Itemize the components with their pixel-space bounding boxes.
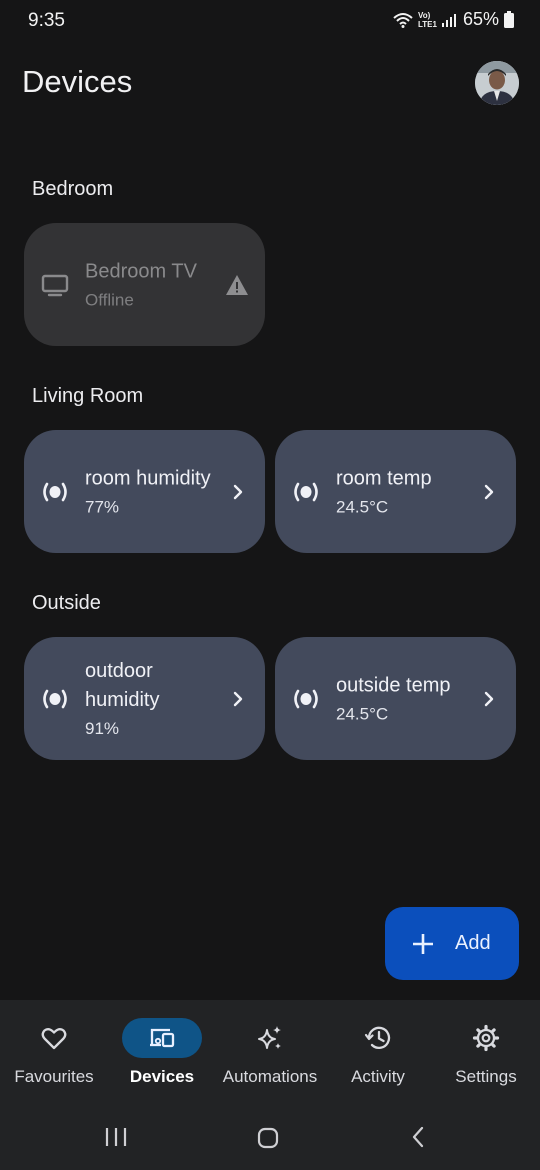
volte-indicator: Vo) LTE1: [418, 10, 437, 29]
chevron-right-icon: [233, 484, 243, 499]
chevron-right-icon: [484, 484, 494, 499]
device-value: 24.5°C: [336, 497, 389, 516]
recent-apps-icon[interactable]: [104, 1126, 128, 1148]
device-name: outside temp: [336, 674, 451, 696]
device-name: outdoor humidity: [85, 659, 160, 711]
gear-icon: [472, 1024, 500, 1052]
nav-tab-favourites[interactable]: Favourites: [0, 1018, 108, 1094]
sensor-icon: [294, 689, 318, 708]
device-name: room humidity: [85, 467, 211, 489]
page-title: Devices: [22, 64, 133, 99]
add-device-button[interactable]: Add: [385, 907, 519, 980]
device-text: outdoor humidity 91%: [85, 657, 225, 741]
section-title-outside: Outside: [32, 592, 101, 614]
signal-icon: [441, 13, 456, 27]
device-tile-room-temp[interactable]: room temp 24.5°C: [275, 430, 516, 553]
sensor-icon: [43, 482, 67, 501]
nav-tab-automations[interactable]: Automations: [216, 1018, 324, 1094]
device-text: room humidity 77%: [85, 464, 225, 519]
device-name: Bedroom TV: [85, 260, 197, 282]
device-text: Bedroom TV Offline: [85, 257, 225, 312]
nav-tab-activity[interactable]: Activity: [324, 1018, 432, 1094]
add-button-label: Add: [455, 932, 491, 954]
device-text: room temp 24.5°C: [336, 464, 476, 519]
sparkle-icon: [258, 1026, 281, 1049]
heart-icon: [41, 1027, 67, 1050]
chevron-right-icon: [484, 691, 494, 706]
warning-icon: [226, 274, 248, 295]
chevron-right-icon: [233, 691, 243, 706]
section-title-living-room: Living Room: [32, 385, 144, 407]
status-bar: 9:35 Vo) LTE1 65%: [0, 0, 540, 44]
battery-icon: [504, 11, 514, 28]
nav-tab-settings[interactable]: Settings: [432, 1018, 540, 1094]
devices-icon: [150, 1028, 175, 1048]
avatar[interactable]: [475, 61, 519, 105]
device-value: 77%: [85, 497, 120, 516]
history-icon: [364, 1026, 391, 1049]
device-tile-outdoor-humidity[interactable]: outdoor humidity 91%: [24, 637, 265, 760]
device-value: 91%: [85, 718, 120, 738]
system-navigation-bar: [0, 1110, 540, 1170]
device-tile-bedroom-tv[interactable]: Bedroom TV Offline: [24, 223, 265, 346]
status-icons: Vo) LTE1 65%: [393, 9, 514, 30]
device-tile-room-humidity[interactable]: room humidity 77%: [24, 430, 265, 553]
device-tile-outside-temp[interactable]: outside temp 24.5°C: [275, 637, 516, 760]
section-title-bedroom: Bedroom: [32, 178, 114, 200]
tv-icon: [41, 274, 69, 296]
battery-percent: 65%: [462, 9, 499, 29]
nav-label: Settings: [455, 1067, 517, 1086]
home-icon[interactable]: [256, 1126, 280, 1150]
avatar-photo: [475, 61, 519, 105]
device-value: 24.5°C: [336, 704, 389, 723]
device-status: Offline: [85, 290, 134, 309]
nav-tab-devices[interactable]: Devices: [108, 1018, 216, 1094]
sensor-icon: [294, 482, 318, 501]
back-icon[interactable]: [410, 1125, 426, 1149]
device-name: room temp: [336, 467, 432, 489]
sensor-icon: [43, 689, 67, 708]
device-text: outside temp 24.5°C: [336, 671, 476, 726]
wifi-icon: [393, 12, 413, 28]
status-time: 9:35: [28, 10, 65, 31]
plus-icon: [413, 933, 433, 954]
